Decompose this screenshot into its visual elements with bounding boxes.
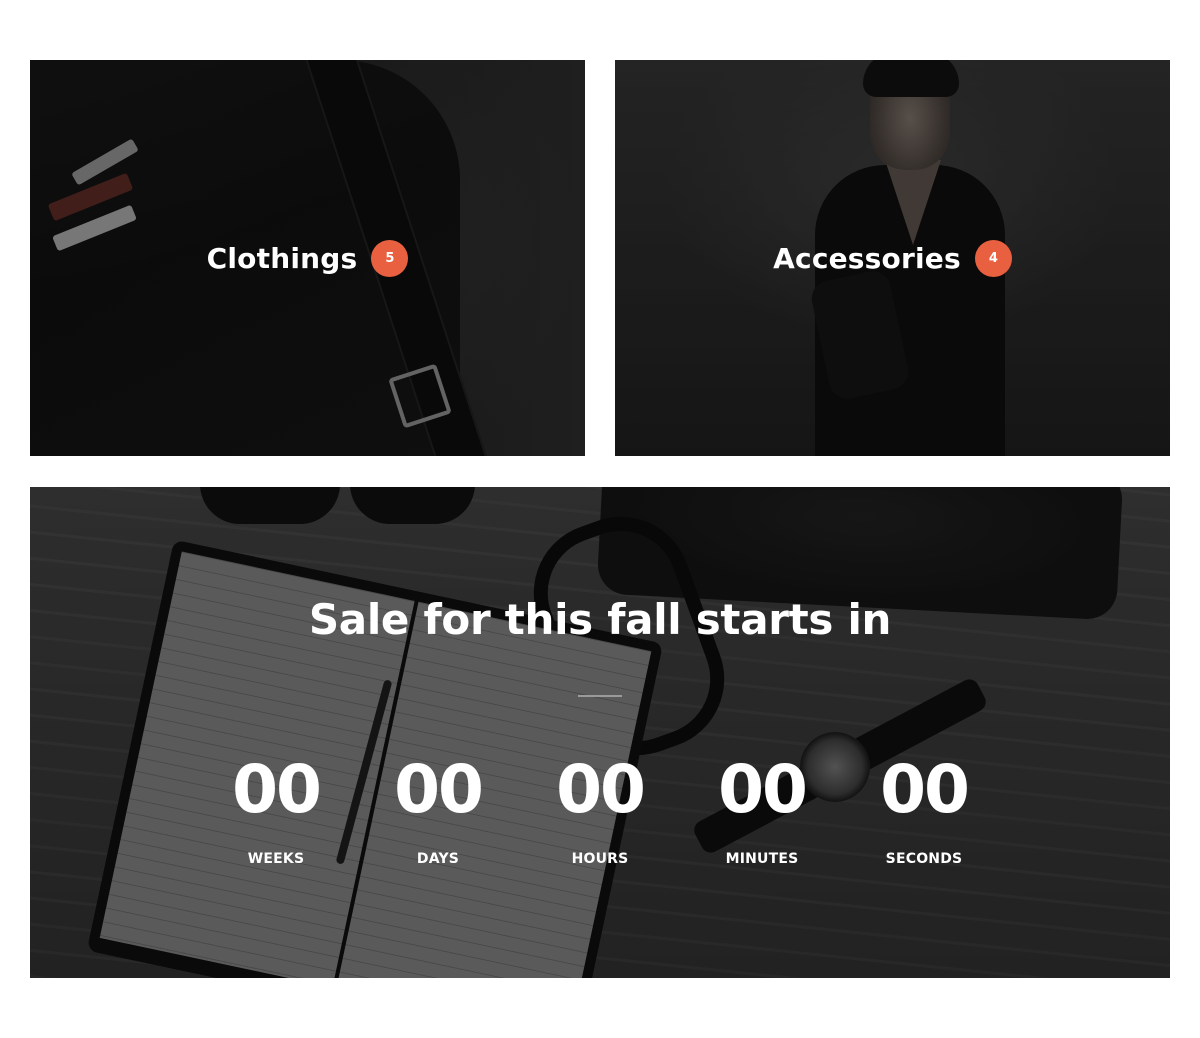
category-name: Accessories — [773, 242, 961, 275]
countdown-weeks: 00 WEEKS — [195, 749, 357, 867]
countdown-label: WEEKS — [247, 851, 305, 867]
banner-overlay — [30, 487, 1170, 978]
countdown-hours: 00 HOURS — [519, 749, 681, 867]
countdown-timer: 00 WEEKS 00 DAYS 00 HOURS 00 MINUTES 00 … — [195, 749, 1005, 879]
countdown-label: SECONDS — [885, 851, 963, 867]
countdown-minutes: 00 MINUTES — [681, 749, 843, 867]
category-title: Accessories 4 — [615, 240, 1170, 277]
category-count-badge: 5 — [371, 240, 409, 277]
countdown-label: HOURS — [571, 851, 629, 867]
sale-countdown-banner: Sale for this fall starts in 00 WEEKS 00… — [30, 487, 1170, 978]
countdown-value: 00 — [232, 751, 322, 828]
countdown-value: 00 — [556, 751, 646, 828]
category-tile-accessories[interactable]: Accessories 4 — [615, 60, 1170, 456]
countdown-label: DAYS — [416, 851, 460, 867]
sale-heading: Sale for this fall starts in — [308, 595, 892, 644]
category-count-badge: 4 — [974, 240, 1012, 277]
category-tile-clothings[interactable]: Clothings 5 — [30, 60, 585, 456]
heading-divider — [578, 695, 622, 697]
category-title: Clothings 5 — [30, 240, 585, 277]
countdown-days: 00 DAYS — [357, 749, 519, 867]
category-name: Clothings — [206, 242, 358, 275]
countdown-value: 00 — [718, 751, 808, 828]
countdown-value: 00 — [880, 751, 970, 828]
countdown-label: MINUTES — [725, 851, 799, 867]
countdown-seconds: 00 SECONDS — [843, 749, 1005, 867]
countdown-value: 00 — [394, 751, 484, 828]
